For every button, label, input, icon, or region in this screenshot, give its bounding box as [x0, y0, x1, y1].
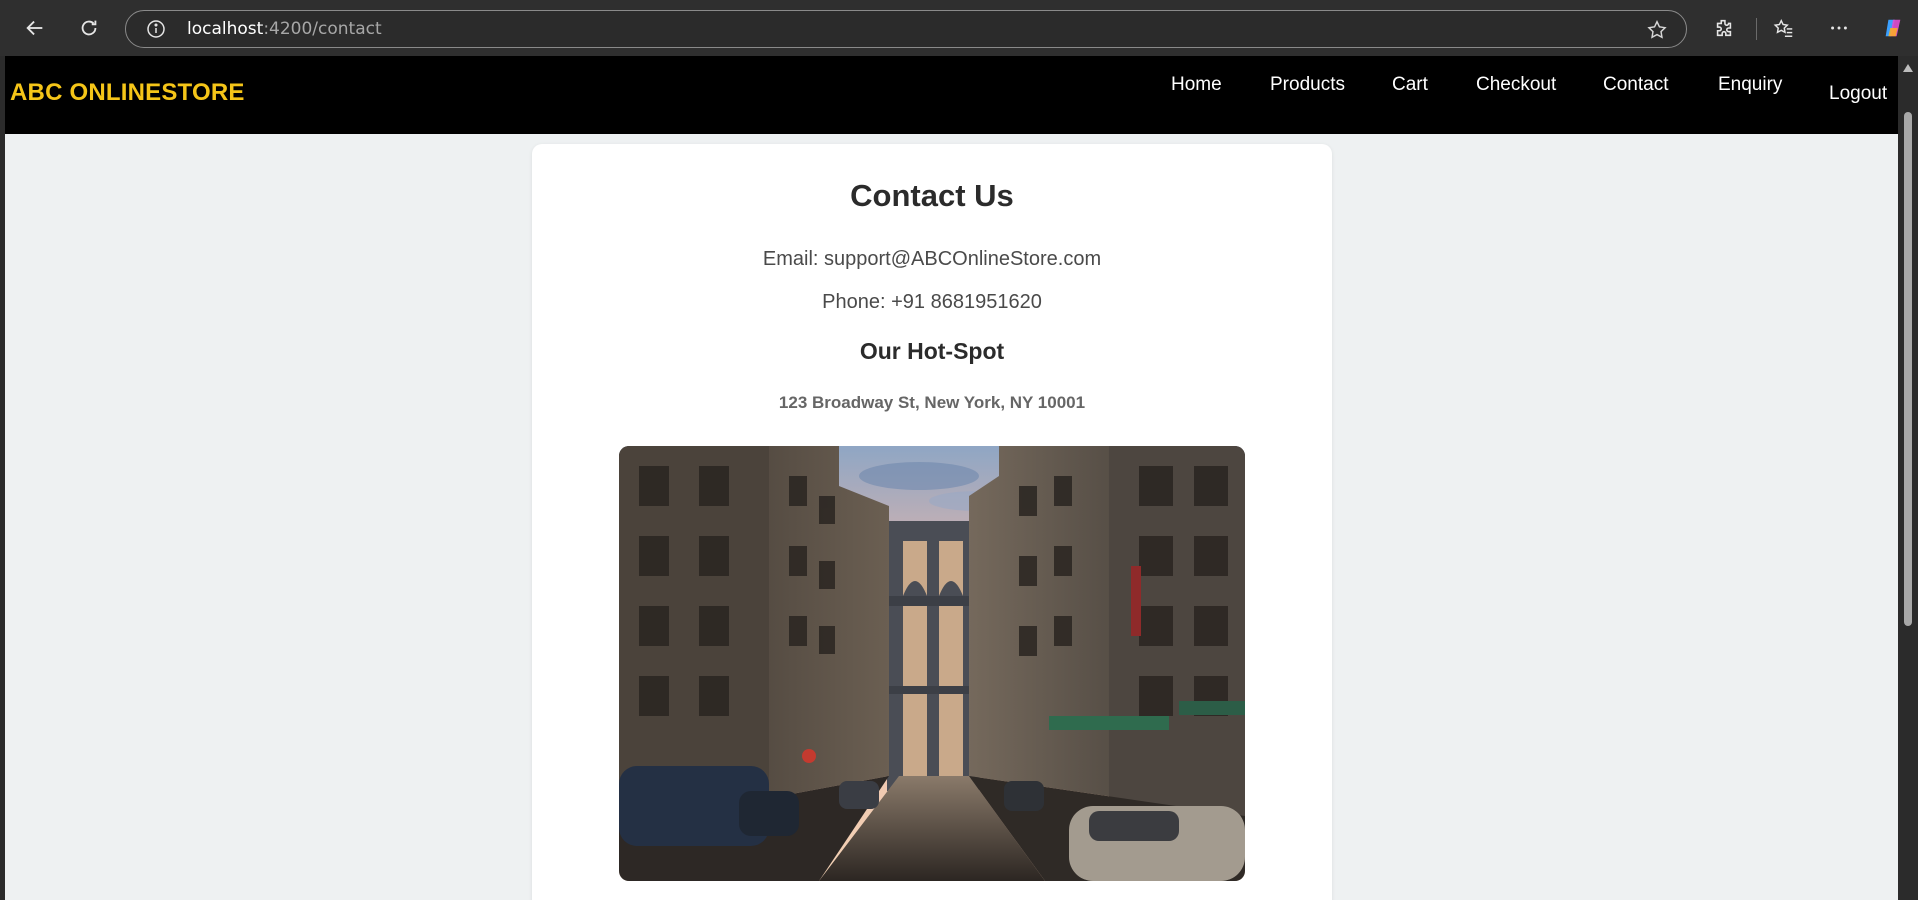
hotspot-address: 123 Broadway St, New York, NY 10001 [778, 393, 1086, 412]
url-path: :4200/contact [263, 19, 382, 39]
site-navbar: ABC ONLINESTORE Home Products Cart Check… [5, 56, 1898, 134]
nav-enquiry-link[interactable]: Enquiry [1718, 74, 1782, 96]
favorites-icon[interactable] [1764, 8, 1804, 48]
contact-card: Contact Us Email: support@ABCOnlineStore… [532, 144, 1332, 900]
toolbar-divider [1756, 18, 1757, 40]
extensions-icon[interactable] [1704, 8, 1744, 48]
nav-home-link[interactable]: Home [1171, 74, 1222, 96]
address-bar[interactable]: localhost:4200/contact [125, 10, 1687, 48]
logout-link[interactable]: Logout [1829, 83, 1887, 105]
url-text[interactable]: localhost:4200/contact [187, 19, 382, 39]
browser-toolbar: localhost:4200/contact [0, 0, 1918, 56]
star-icon[interactable] [1646, 19, 1668, 41]
brand-logo[interactable]: ABC ONLINESTORE [10, 79, 245, 107]
page-scrollbar[interactable] [1898, 56, 1918, 900]
contact-phone: Phone: +91 8681951620 [822, 291, 1042, 313]
reload-icon[interactable] [69, 8, 109, 48]
copilot-icon[interactable] [1873, 8, 1913, 48]
nav-checkout-link[interactable]: Checkout [1476, 74, 1556, 96]
url-host: localhost [187, 19, 264, 39]
back-arrow-icon[interactable] [15, 8, 55, 48]
more-icon[interactable] [1819, 8, 1859, 48]
page-title: Contact Us [850, 178, 1014, 213]
contact-email: Email: support@ABCOnlineStore.com [762, 248, 1102, 270]
hotspot-heading: Our Hot-Spot [859, 338, 1005, 364]
nav-cart-link[interactable]: Cart [1392, 74, 1428, 96]
scroll-thumb[interactable] [1904, 112, 1912, 626]
hotspot-photo [619, 446, 1245, 881]
scroll-up-arrow-icon[interactable] [1903, 64, 1913, 72]
nav-products-link[interactable]: Products [1270, 74, 1345, 96]
nav-contact-link[interactable]: Contact [1603, 74, 1668, 96]
page-viewport: ABC ONLINESTORE Home Products Cart Check… [5, 56, 1898, 900]
info-icon[interactable] [146, 19, 166, 39]
